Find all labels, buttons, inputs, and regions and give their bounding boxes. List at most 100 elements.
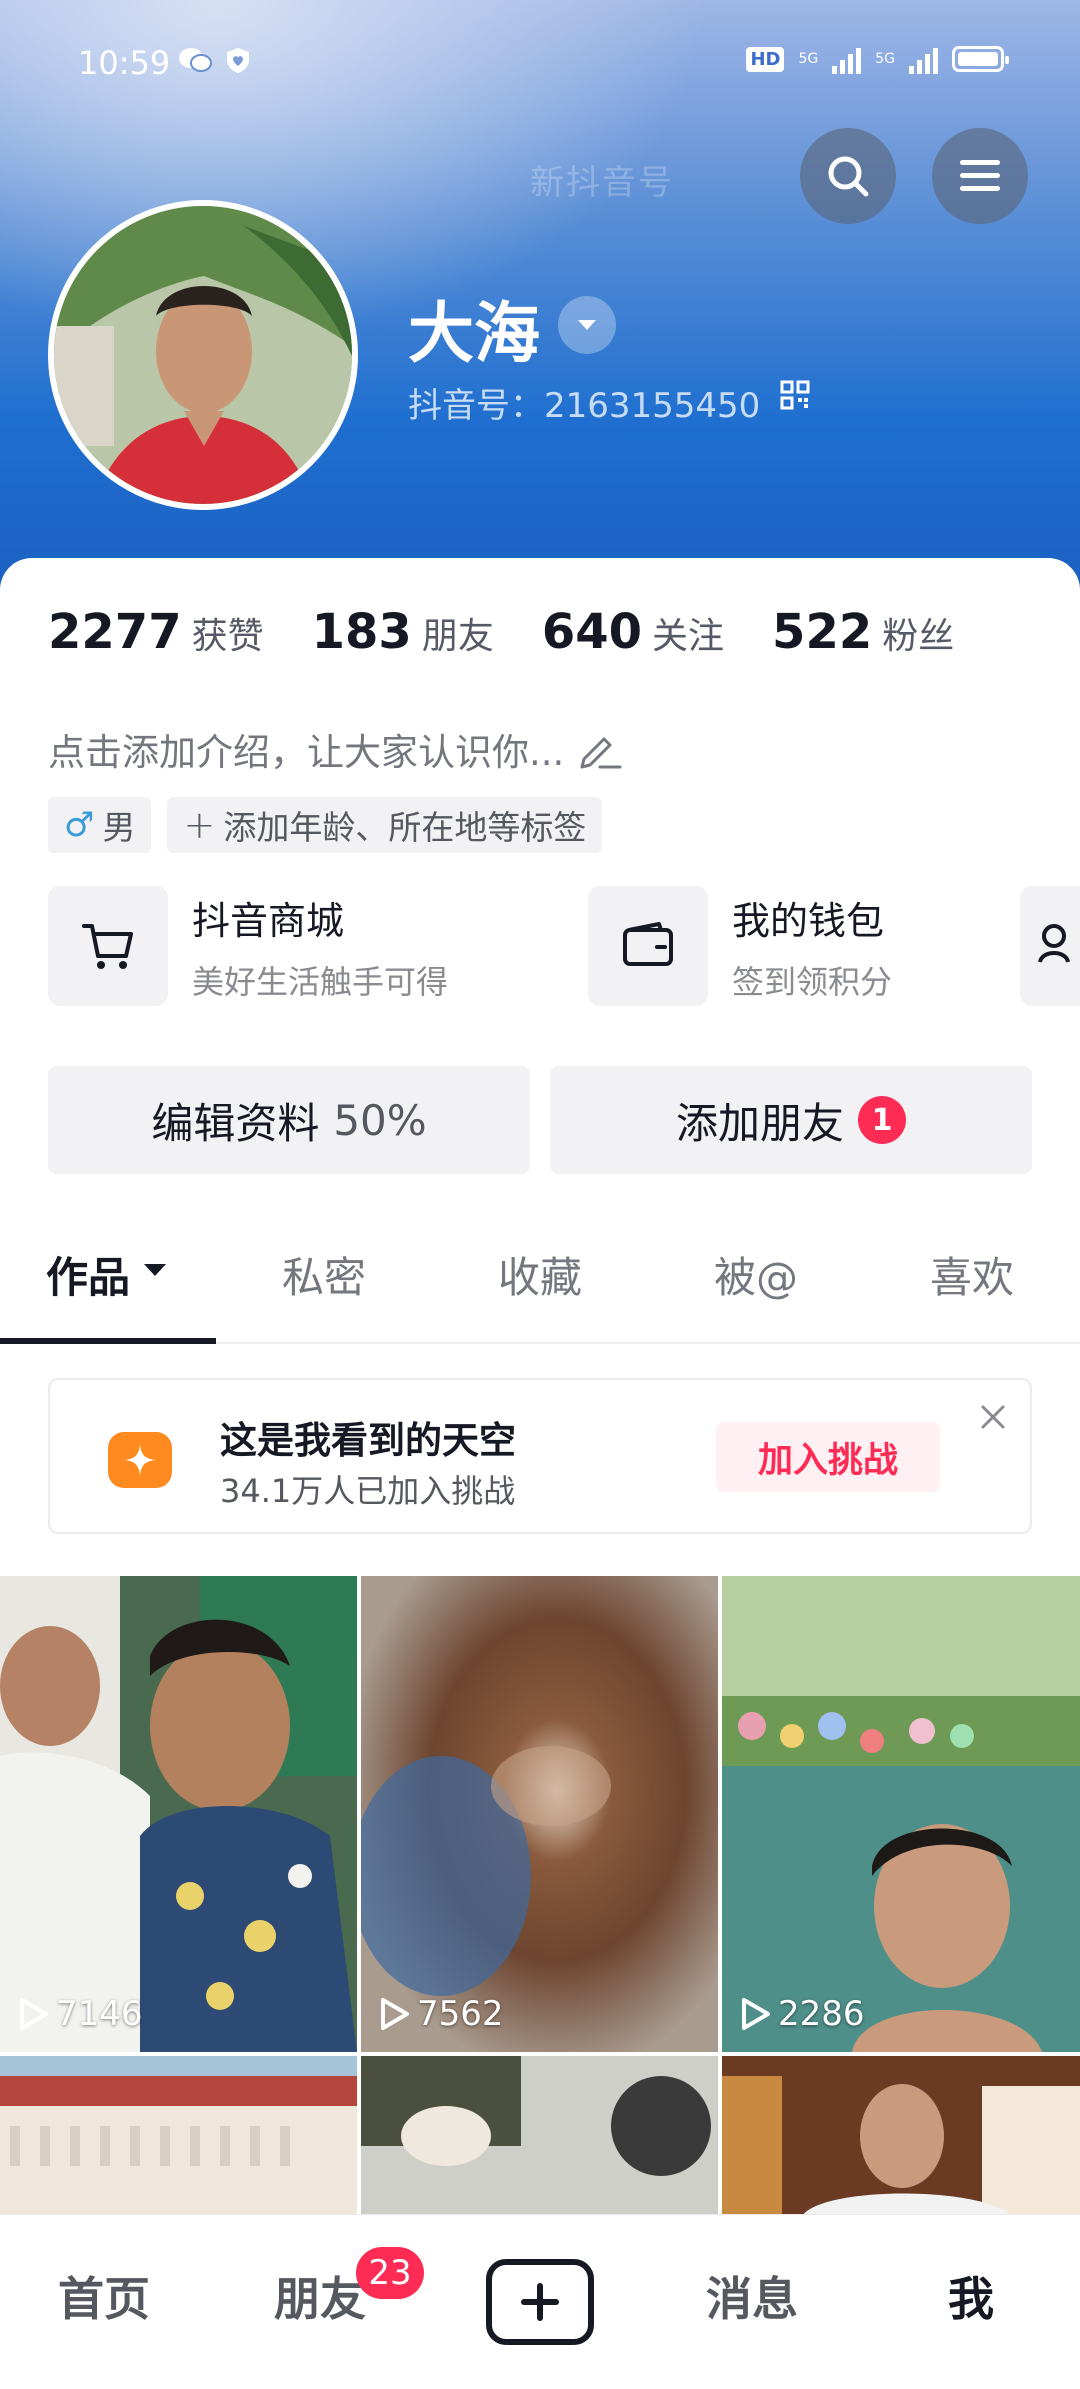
menu-icon (960, 160, 1000, 191)
add-friend-button[interactable]: 添加朋友 1 (550, 1066, 1032, 1174)
play-icon (381, 1998, 409, 2030)
play-icon (20, 1998, 48, 2030)
video-thumbnail-image (361, 2056, 718, 2216)
nav-friends[interactable]: 朋友 (274, 2263, 366, 2329)
view-count: 7146 (16, 1994, 143, 2034)
signal-label-1: 5G (798, 51, 819, 67)
service-icon-box (588, 886, 708, 1006)
wechat-icon (179, 48, 212, 72)
avatar[interactable] (48, 200, 358, 510)
tab-label: 被@ (713, 1253, 798, 1302)
caret-down-icon (144, 1264, 166, 1276)
tab-likes[interactable]: 喜欢 (864, 1244, 1080, 1342)
wallet-icon (623, 922, 673, 966)
qr-code-icon[interactable] (780, 380, 810, 410)
stat-label: 朋友 (421, 616, 494, 657)
chevron-down-icon (578, 320, 596, 330)
service-subtitle: 美好生活触手可得 (192, 962, 449, 1001)
stat-number: 2277 (48, 604, 182, 660)
nav-home[interactable]: 首页 (58, 2263, 150, 2329)
cart-icon (82, 924, 133, 969)
account-switch-button[interactable] (558, 296, 616, 354)
video-thumbnail[interactable] (722, 2056, 1080, 2216)
service-partial-next[interactable] (1020, 886, 1080, 1006)
signal-icon (832, 44, 862, 74)
tab-label: 收藏 (497, 1253, 582, 1302)
stat-following[interactable]: 640 关注 (542, 604, 724, 660)
tab-label: 喜欢 (929, 1253, 1014, 1302)
stat-label: 关注 (652, 616, 725, 657)
menu-button[interactable] (932, 128, 1028, 224)
tab-label: 私密 (281, 1253, 366, 1302)
heart-shield-icon (227, 48, 249, 73)
battery-icon (952, 46, 1009, 72)
service-text: 我的钱包 签到领积分 (732, 890, 892, 1003)
person-icon (1038, 924, 1070, 963)
video-thumbnail-image (361, 1576, 718, 2052)
video-thumbnail[interactable]: 2286 (722, 1576, 1080, 2052)
nav-messages[interactable]: 消息 (706, 2263, 798, 2329)
add-tags-label: 添加年龄、所在地等标签 (223, 808, 587, 847)
edit-pencil-icon (580, 737, 622, 769)
nav-me[interactable]: 我 (948, 2263, 994, 2329)
edit-profile-percent: 50% (333, 1095, 427, 1145)
challenge-title: 这是我看到的天空 (220, 1419, 516, 1462)
add-friend-label: 添加朋友 (675, 1098, 844, 1148)
tab-label: 作品 (45, 1253, 130, 1302)
stats-row: 2277 获赞 183 朋友 640 关注 522 粉丝 (48, 604, 1002, 660)
header-watermark: 新抖音号 (530, 163, 674, 203)
profile-tags: ♂ 男 + 添加年龄、所在地等标签 (48, 797, 603, 853)
edit-profile-label: 编辑资料 (151, 1098, 320, 1148)
close-icon[interactable] (978, 1402, 1008, 1432)
tab-works[interactable]: 作品 (0, 1244, 216, 1344)
avatar-photo (54, 206, 352, 504)
video-thumbnail-image (722, 2056, 1080, 2216)
douyin-id: 抖音号：2163155450 (408, 386, 761, 426)
video-thumbnail[interactable] (361, 2056, 718, 2216)
search-icon (828, 156, 869, 197)
video-thumbnail-image (0, 2056, 357, 2216)
services-row: 抖音商城 美好生活触手可得 我的钱包 签到领积分 (48, 886, 1080, 1006)
stat-followers[interactable]: 522 粉丝 (772, 604, 954, 660)
challenge-card[interactable]: 这是我看到的天空 34.1万人已加入挑战 加入挑战 (48, 1378, 1032, 1534)
add-tags-button[interactable]: + 添加年龄、所在地等标签 (167, 797, 603, 853)
tab-mentions[interactable]: 被@ (648, 1244, 864, 1342)
video-thumbnail[interactable]: 7146 (0, 1576, 357, 2052)
view-count: 2286 (738, 1994, 865, 2034)
stat-friends[interactable]: 183 朋友 (312, 604, 494, 660)
sparkle-icon (124, 1444, 156, 1476)
signal-icon-2 (909, 44, 938, 74)
video-thumbnail-image (0, 1576, 357, 2052)
profile-name: 大海 (408, 295, 540, 372)
status-time: 10:59 (78, 44, 171, 82)
profile-tabs: 作品 私密 收藏 被@ 喜欢 (0, 1244, 1080, 1344)
edit-profile-button[interactable]: 编辑资料 50% (48, 1066, 530, 1174)
view-count-number: 2286 (778, 1994, 865, 2034)
gender-tag[interactable]: ♂ 男 (48, 797, 152, 853)
join-challenge-button[interactable]: 加入挑战 (716, 1422, 940, 1492)
bio-prompt[interactable]: 点击添加介绍，让大家认识你... (48, 722, 622, 776)
service-douyin-mall[interactable]: 抖音商城 美好生活触手可得 (48, 886, 588, 1006)
video-thumbnail-image (722, 1576, 1080, 2052)
stat-number: 183 (311, 604, 412, 660)
plus-icon: + (183, 803, 216, 847)
friends-badge: 23 (356, 2247, 424, 2299)
view-count-number: 7562 (417, 1994, 504, 2034)
stat-number: 640 (541, 604, 643, 660)
video-thumbnail[interactable]: 7562 (361, 1576, 718, 2052)
tab-private[interactable]: 私密 (216, 1244, 432, 1342)
search-button[interactable] (800, 128, 896, 224)
service-wallet[interactable]: 我的钱包 签到领积分 (588, 886, 1080, 1006)
video-thumbnail[interactable] (0, 2056, 357, 2216)
tab-favorites[interactable]: 收藏 (432, 1244, 648, 1342)
bottom-navigation: 首页 朋友 23 消息 我 (0, 2214, 1080, 2389)
service-text: 抖音商城 美好生活触手可得 (192, 890, 448, 1003)
stat-likes[interactable]: 2277 获赞 (48, 604, 264, 660)
bio-text: 点击添加介绍，让大家认识你... (48, 731, 565, 774)
service-icon-box (48, 886, 168, 1006)
service-title: 抖音商城 (192, 898, 345, 943)
challenge-icon (108, 1432, 172, 1488)
plus-icon (521, 2283, 559, 2321)
create-button[interactable] (486, 2259, 594, 2345)
male-icon: ♂ (64, 805, 95, 845)
